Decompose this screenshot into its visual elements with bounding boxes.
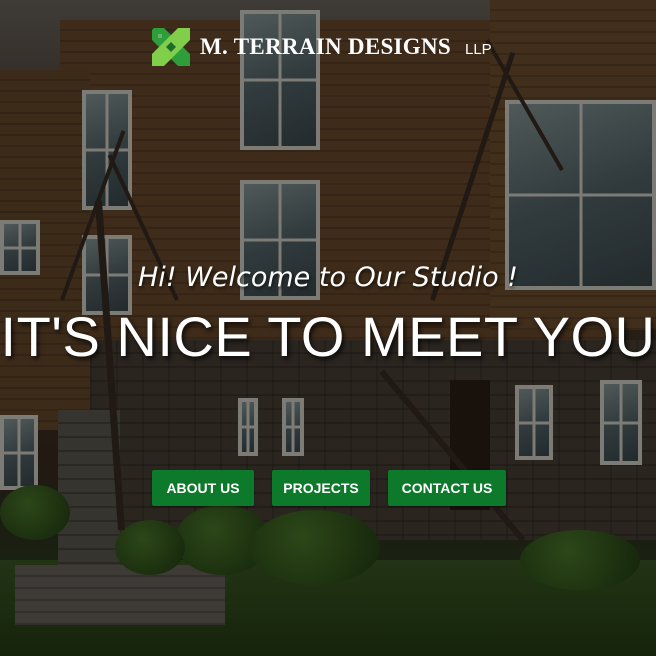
- hero-section: M. TERRAIN DESIGNS LLP Hi! Welcome to Ou…: [0, 0, 656, 656]
- crossed-x-logo-icon: [150, 26, 192, 68]
- brand-suffix: LLP: [465, 40, 492, 58]
- hero-headline: IT'S NICE TO MEET YOU: [0, 305, 656, 368]
- projects-button[interactable]: PROJECTS: [272, 470, 370, 506]
- contact-us-button[interactable]: CONTACT US: [388, 470, 506, 506]
- brand-logo[interactable]: M. TERRAIN DESIGNS LLP: [150, 25, 492, 69]
- welcome-tagline: Hi! Welcome to Our Studio !: [137, 262, 519, 293]
- about-us-button[interactable]: ABOUT US: [152, 470, 254, 506]
- brand-name: M. TERRAIN DESIGNS: [200, 34, 451, 59]
